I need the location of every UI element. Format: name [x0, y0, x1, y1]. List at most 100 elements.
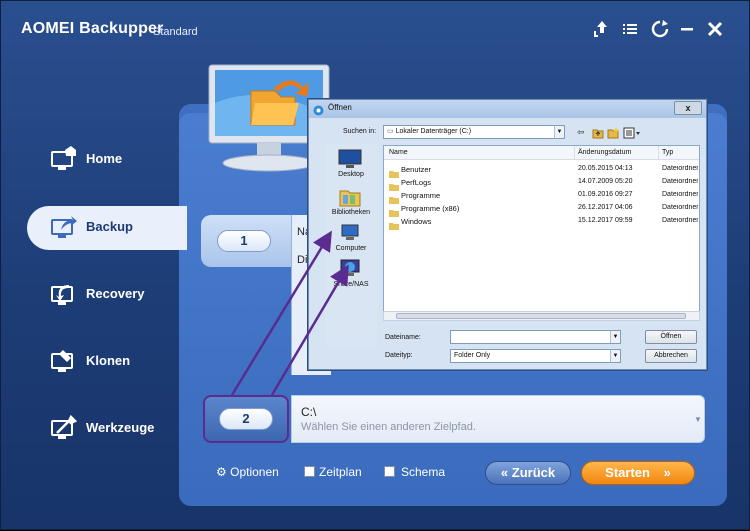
place-libraries[interactable]: Bibliotheken	[325, 185, 377, 221]
sidebar-item-backup[interactable]: Backup	[27, 204, 197, 252]
new-folder-icon[interactable]	[607, 127, 619, 139]
cancel-button[interactable]: Abbrechen	[645, 349, 697, 363]
scrollbar-thumb[interactable]	[396, 313, 686, 319]
schedule-checkbox[interactable]	[304, 466, 315, 477]
file-type: Dateiordner	[662, 191, 698, 198]
back-button[interactable]: « Zurück	[485, 461, 571, 485]
desktop-icon	[338, 149, 362, 169]
backup-icon	[49, 214, 77, 242]
folder-icon	[389, 204, 399, 217]
step2-number: 2	[219, 408, 273, 430]
sidebar-item-klonen[interactable]: Klonen	[27, 338, 197, 386]
dropdown-arrow-icon[interactable]: ▼	[694, 415, 702, 424]
schedule-label: Zeitplan	[319, 465, 362, 479]
sidebar-item-label: Klonen	[86, 353, 131, 368]
file-name: Benutzer	[401, 165, 432, 174]
sidebar-item-werkzeuge[interactable]: Werkzeuge	[27, 405, 197, 453]
filetype-value: Folder Only	[454, 352, 491, 359]
file-type: Dateiordner	[662, 217, 698, 224]
horizontal-scrollbar[interactable]	[383, 311, 700, 321]
chevron-down-icon: ▼	[610, 350, 620, 362]
file-date: 26.12.2017 04:06	[578, 204, 633, 211]
place-share-nas[interactable]: Share/NAS	[325, 257, 377, 293]
destination-path-value: C:\	[301, 405, 317, 419]
file-date: 20.05.2015 04:13	[578, 165, 633, 172]
start-button-label: Starten	[605, 465, 650, 480]
options-link[interactable]: ⚙ Optionen	[216, 465, 279, 479]
scheme-label: Schema	[401, 465, 446, 479]
drive-icon: ▭	[387, 128, 394, 135]
place-desktop[interactable]: Desktop	[325, 147, 377, 183]
dialog-title: Öffnen	[328, 103, 352, 112]
refresh-icon[interactable]	[649, 18, 671, 40]
filename-label: Dateiname:	[385, 334, 421, 341]
file-list: Name Änderungsdatum Typ Benutzer 20.05.2…	[383, 145, 700, 321]
recovery-icon	[49, 281, 77, 309]
minimize-icon[interactable]	[676, 18, 698, 40]
file-type: Dateiordner	[662, 165, 698, 172]
sidebar-item-recovery[interactable]: Recovery	[27, 271, 197, 319]
libraries-icon	[338, 187, 362, 207]
column-type[interactable]: Typ	[662, 149, 673, 156]
lookin-select[interactable]: ▭ Lokaler Datenträger (C:) ▼	[383, 125, 565, 139]
double-chevron-left-icon: «	[500, 465, 509, 480]
file-type: Dateiordner	[662, 204, 698, 211]
place-label: Desktop	[338, 171, 364, 178]
table-row[interactable]: Programme 01.09.2016 09:27 Dateiordner	[384, 189, 699, 204]
column-separator	[574, 146, 575, 160]
view-menu-icon[interactable]	[623, 127, 641, 139]
file-name: Programme (x86)	[401, 204, 460, 213]
places-bar: Desktop Bibliotheken Computer Share/NAS	[325, 143, 377, 347]
dialog-app-icon	[313, 103, 324, 116]
folder-icon	[389, 165, 399, 178]
filetype-select[interactable]: Folder Only ▼	[450, 349, 621, 363]
home-icon	[49, 146, 77, 174]
chevron-down-icon: ▼	[610, 331, 620, 343]
sidebar-item-label: Werkzeuge	[86, 420, 155, 435]
app-edition: Standard	[153, 26, 198, 38]
computer-icon	[338, 223, 362, 243]
place-computer[interactable]: Computer	[325, 221, 377, 257]
destination-path-hint: Wählen Sie einen anderen Zielpfad.	[301, 421, 476, 433]
lookin-label: Suchen in:	[343, 128, 377, 135]
close-icon[interactable]	[704, 18, 726, 40]
gear-icon: ⚙	[216, 465, 227, 479]
file-list-header: Name Änderungsdatum Typ	[384, 146, 699, 160]
destination-path-field[interactable]	[291, 395, 705, 443]
filetype-label: Dateityp:	[385, 352, 413, 359]
column-separator	[658, 146, 659, 160]
file-date: 15.12.2017 09:59	[578, 217, 633, 224]
folder-icon	[389, 178, 399, 191]
scheme-checkbox[interactable]	[384, 466, 395, 477]
place-label: Share/NAS	[333, 281, 369, 288]
app-title: AOMEI Backupper	[21, 20, 164, 37]
network-icon	[338, 259, 362, 279]
menu-icon[interactable]	[619, 18, 641, 40]
start-button[interactable]: Starten »	[581, 461, 695, 485]
table-row[interactable]: PerfLogs 14.07.2009 05:20 Dateiordner	[384, 176, 699, 191]
table-row[interactable]: Programme (x86) 26.12.2017 04:06 Dateior…	[384, 202, 699, 217]
options-label: Optionen	[230, 465, 279, 479]
back-button-label: Zurück	[511, 465, 556, 480]
file-name: Programme	[401, 191, 441, 200]
dialog-close-button[interactable]: x	[674, 101, 702, 115]
filename-input[interactable]: ▼	[450, 330, 621, 344]
column-date[interactable]: Änderungsdatum	[578, 149, 631, 156]
sidebar-item-label: Home	[86, 151, 123, 166]
file-name: PerfLogs	[401, 178, 432, 187]
folder-icon	[389, 217, 399, 230]
table-row[interactable]: Windows 15.12.2017 09:59 Dateiordner	[384, 215, 699, 230]
sidebar-item-home[interactable]: Home	[27, 136, 197, 184]
file-date: 01.09.2016 09:27	[578, 191, 633, 198]
upgrade-icon[interactable]	[591, 18, 613, 40]
lookin-value: Lokaler Datenträger (C:)	[395, 128, 472, 135]
place-label: Bibliotheken	[331, 209, 371, 216]
file-type: Dateiordner	[662, 178, 698, 185]
column-name[interactable]: Name	[389, 149, 408, 156]
file-date: 14.07.2009 05:20	[578, 178, 633, 185]
up-folder-icon[interactable]	[592, 127, 604, 139]
open-button[interactable]: Öffnen	[645, 330, 697, 344]
double-chevron-right-icon: »	[663, 465, 671, 480]
back-arrow-icon[interactable]: ⇦	[577, 127, 589, 139]
table-row[interactable]: Benutzer 20.05.2015 04:13 Dateiordner	[384, 163, 699, 178]
